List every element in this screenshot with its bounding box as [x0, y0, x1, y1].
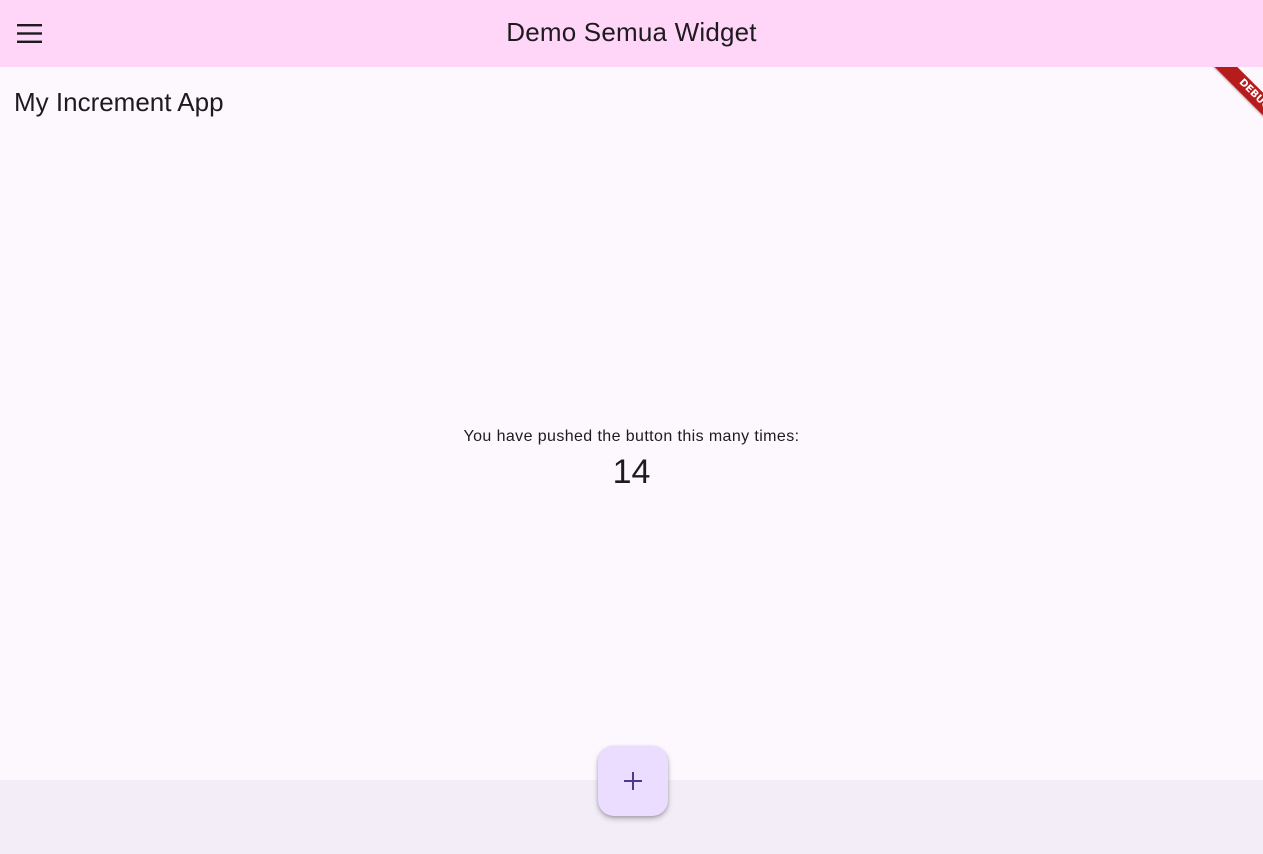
counter-value: 14: [612, 453, 651, 491]
menu-button[interactable]: [4, 9, 54, 57]
app-bar-title: Demo Semua Widget: [506, 17, 757, 47]
page-title: My Increment App: [14, 87, 224, 117]
plus-icon: [624, 772, 642, 790]
counter-section: You have pushed the button this many tim…: [0, 426, 1263, 494]
menu-icon: [16, 23, 42, 43]
app-bar: Demo Semua Widget: [0, 0, 1263, 67]
increment-button[interactable]: [598, 746, 668, 816]
page-body: My Increment App You have pushed the but…: [0, 67, 1263, 780]
counter-caption: You have pushed the button this many tim…: [463, 428, 800, 445]
